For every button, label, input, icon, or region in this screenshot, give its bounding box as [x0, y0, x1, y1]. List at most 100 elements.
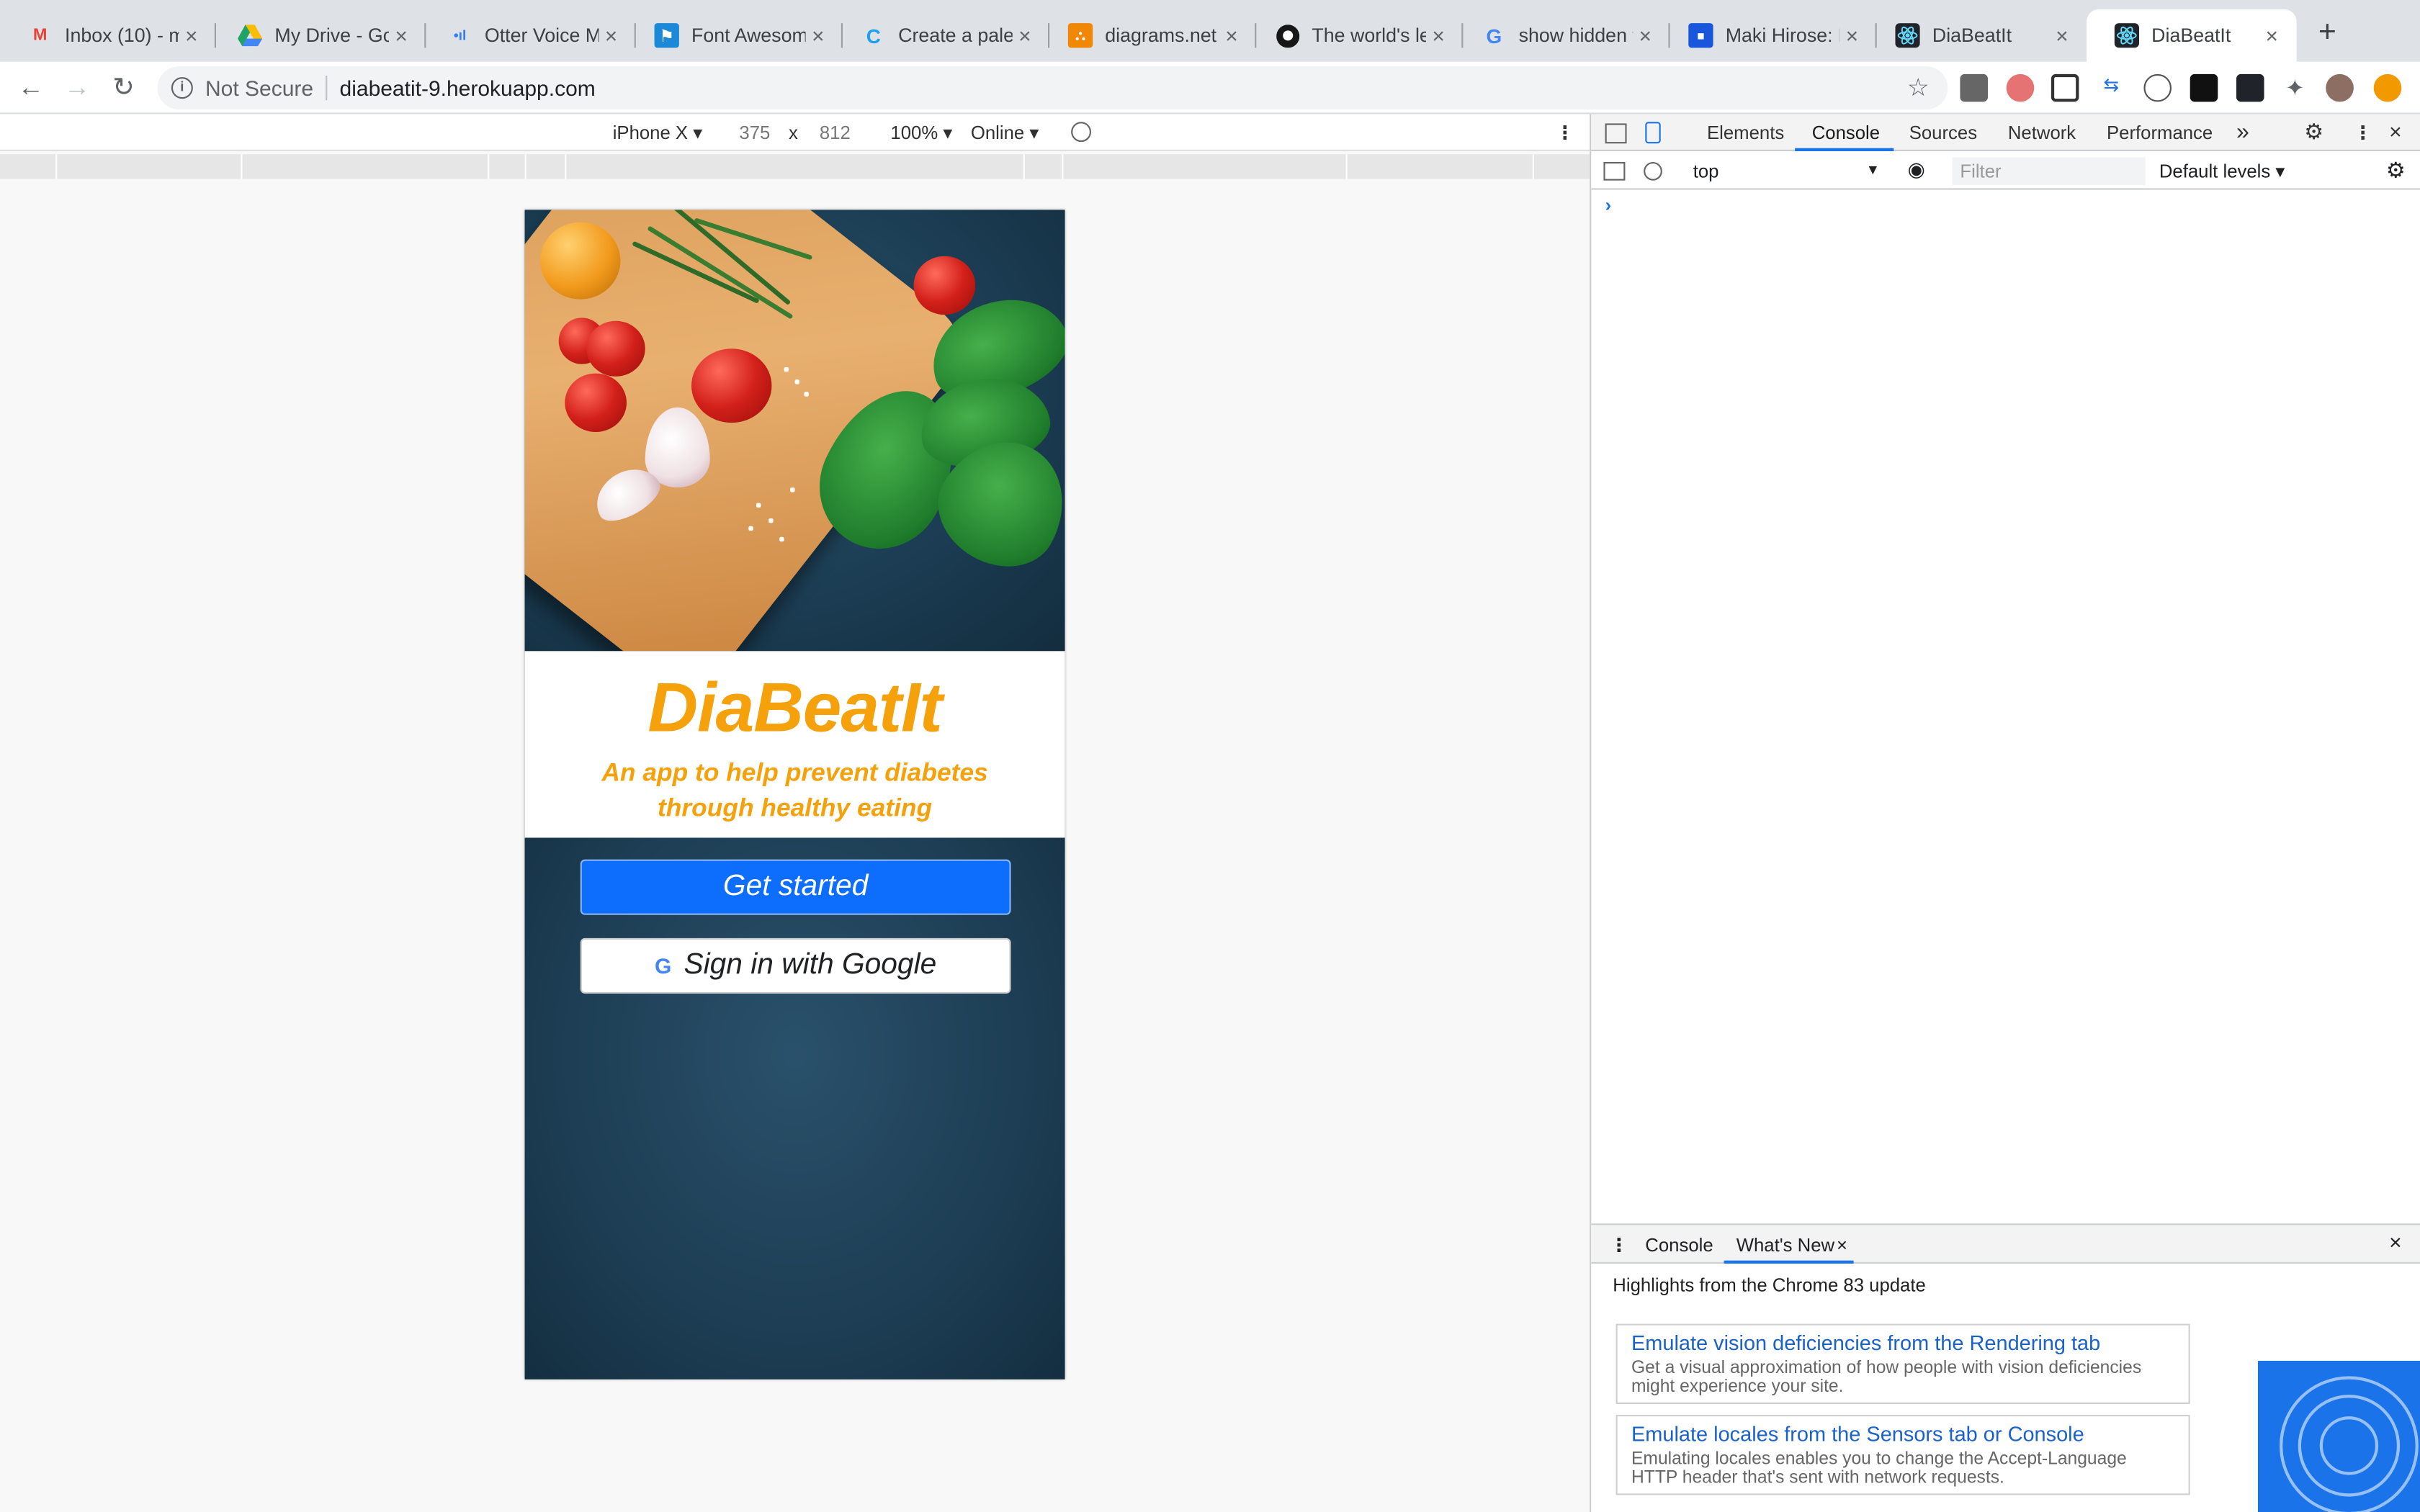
address-bar[interactable]: i Not Secure diabeatit-9.herokuapp.com ☆ — [157, 66, 1948, 110]
drawer-menu-icon[interactable]: ⋮ — [1610, 1234, 1628, 1256]
device-height[interactable]: 812 — [820, 122, 851, 143]
device-viewport: DiaBeatIt An app to help prevent diabete… — [0, 179, 1590, 1512]
tab-elements[interactable]: Elements — [1707, 122, 1784, 143]
tab-title: diagrams.net — [1105, 24, 1217, 47]
get-started-button[interactable]: Get started — [580, 859, 1011, 915]
google-signin-button[interactable]: G Sign in with Google — [580, 937, 1011, 994]
close-tab-icon[interactable]: × — [1839, 23, 1864, 48]
browser-tab[interactable]: ■ Maki Hirose: L × — [1661, 9, 1877, 62]
new-tab-button[interactable]: + — [2312, 15, 2343, 50]
close-devtools-icon[interactable]: × — [2389, 119, 2402, 143]
screen: M Inbox (10) - m × My Drive - Go × •ıl O… — [0, 0, 2420, 1512]
browser-tab-active[interactable]: DiaBeatIt × — [2087, 9, 2297, 62]
card-description: Get a visual approximation of how people… — [1631, 1359, 2142, 1397]
page-icon: ■ — [1688, 23, 1713, 48]
drawer-tab-console[interactable]: Console — [1645, 1234, 1713, 1256]
close-tab-icon[interactable]: × — [2050, 23, 2074, 48]
dimension-times: x — [789, 122, 798, 144]
whats-new-card[interactable]: Emulate locales from the Sensors tab or … — [1615, 1414, 2190, 1495]
extension-icon[interactable] — [1960, 73, 1988, 102]
forward-arrow-icon[interactable]: → — [60, 71, 94, 105]
google-icon: G — [1486, 24, 1502, 48]
react-devtools-icon[interactable] — [2236, 73, 2264, 102]
more-options-icon[interactable]: ⋮ — [1556, 122, 1574, 143]
devtools-menu-icon[interactable]: ⋮ — [2354, 122, 2372, 143]
clear-console-icon[interactable] — [1644, 162, 1662, 181]
device-toggle-icon[interactable] — [1645, 122, 1661, 144]
hero-image — [524, 210, 1065, 652]
app-tagline-2: through healthy eating — [658, 794, 933, 823]
tab-console[interactable]: Console — [1812, 122, 1880, 143]
browser-tab[interactable]: ⛬ diagrams.net × — [1040, 9, 1257, 62]
browser-tab[interactable]: DiaBeatIt × — [1868, 9, 2087, 62]
avatar[interactable] — [2326, 73, 2354, 102]
tab-network[interactable]: Network — [2008, 122, 2076, 143]
url-text[interactable]: diabeatit-9.herokuapp.com — [340, 76, 596, 100]
context-select[interactable]: top — [1693, 161, 1719, 182]
browser-tab[interactable]: C Create a palet × — [833, 9, 1050, 62]
tab-performance[interactable]: Performance — [2107, 122, 2213, 143]
card-title[interactable]: Emulate locales from the Sensors tab or … — [1631, 1423, 2174, 1446]
close-tab-icon[interactable]: × — [389, 23, 413, 48]
device-select[interactable]: iPhone X ▾ — [613, 122, 702, 143]
extension-icon[interactable] — [2143, 73, 2172, 102]
extension-icon[interactable]: ⇆ — [2097, 74, 2125, 102]
browser-tab[interactable]: ⚑ Font Awesom × — [627, 9, 843, 62]
media-query-ruler[interactable] — [0, 154, 1590, 179]
eye-icon[interactable]: ◉ — [1908, 158, 1925, 182]
console-settings-icon[interactable]: ⚙ — [2386, 158, 2406, 184]
brand-section: DiaBeatIt An app to help prevent diabete… — [524, 651, 1065, 838]
info-icon[interactable]: i — [171, 77, 193, 99]
browser-tab[interactable]: G show hidden f × — [1454, 9, 1670, 62]
network-select[interactable]: Online ▾ — [971, 122, 1039, 143]
highlights-text: Highlights from the Chrome 83 update — [1613, 1274, 1926, 1296]
sidebar-toggle-icon[interactable] — [1603, 162, 1626, 181]
tab-title: DiaBeatIt — [2151, 24, 2231, 47]
inspect-element-icon[interactable] — [1605, 123, 1627, 144]
whats-new-card[interactable]: Emulate vision deficiencies from the Ren… — [1615, 1323, 2190, 1404]
close-tab-icon[interactable]: × — [1837, 1234, 1847, 1256]
close-tab-icon[interactable]: × — [1219, 23, 1244, 48]
close-drawer-icon[interactable]: × — [2389, 1230, 2402, 1254]
extension-icon[interactable] — [2006, 73, 2035, 102]
browser-tab[interactable]: The world's le × — [1247, 9, 1464, 62]
browser-tab[interactable]: •ıl Otter Voice M × — [420, 9, 636, 62]
log-levels-select[interactable]: Default levels ▾ — [2159, 161, 2285, 182]
close-tab-icon[interactable]: × — [1013, 23, 1037, 48]
tab-title: Font Awesom — [691, 24, 806, 47]
rotate-icon[interactable] — [1071, 122, 1091, 143]
card-title[interactable]: Emulate vision deficiencies from the Ren… — [1631, 1331, 2174, 1354]
screenshot-extension-icon[interactable] — [2051, 73, 2079, 102]
google-drive-icon — [238, 23, 263, 48]
reload-icon[interactable]: ↻ — [107, 71, 140, 105]
close-tab-icon[interactable]: × — [1426, 23, 1451, 48]
devtools-panel: Elements Console Sources Network Perform… — [1590, 114, 2420, 1512]
close-tab-icon[interactable]: × — [599, 23, 623, 48]
chevron-down-icon[interactable]: ▼ — [1866, 162, 1880, 177]
close-tab-icon[interactable]: × — [1633, 23, 1657, 48]
more-tabs-icon[interactable]: » — [2236, 119, 2249, 145]
filter-input[interactable]: Filter — [1952, 157, 2146, 186]
update-icon[interactable] — [2373, 73, 2402, 102]
coolors-icon: C — [866, 24, 881, 48]
browser-tab[interactable]: M Inbox (10) - m × — [0, 9, 216, 62]
settings-gear-icon[interactable]: ⚙ — [2304, 119, 2323, 145]
console-prompt-icon[interactable]: › — [1605, 194, 1612, 216]
browser-tab[interactable]: My Drive - Go × — [210, 9, 426, 62]
tab-title: Create a palet — [898, 24, 1013, 47]
drawer-tab-whats-new[interactable]: What's New — [1736, 1234, 1834, 1256]
extension-icon[interactable] — [2190, 73, 2218, 102]
close-tab-icon[interactable]: × — [179, 23, 204, 48]
extensions-puzzle-icon[interactable]: ✦ — [2281, 74, 2309, 102]
bookmark-star-icon[interactable]: ☆ — [1907, 73, 1930, 104]
device-width[interactable]: 375 — [739, 122, 770, 143]
back-arrow-icon[interactable]: ← — [14, 71, 48, 105]
tab-title: Otter Voice M — [484, 24, 599, 47]
security-label[interactable]: Not Secure — [205, 76, 313, 100]
console-toolbar: top ▼ ◉ Filter Default levels ▾ ⚙ — [1591, 153, 2420, 190]
close-tab-icon[interactable]: × — [2259, 23, 2284, 48]
tab-sources[interactable]: Sources — [1909, 122, 1977, 143]
tab-title: DiaBeatIt — [1932, 24, 2012, 47]
zoom-select[interactable]: 100% ▾ — [890, 122, 952, 143]
close-tab-icon[interactable]: × — [806, 23, 830, 48]
